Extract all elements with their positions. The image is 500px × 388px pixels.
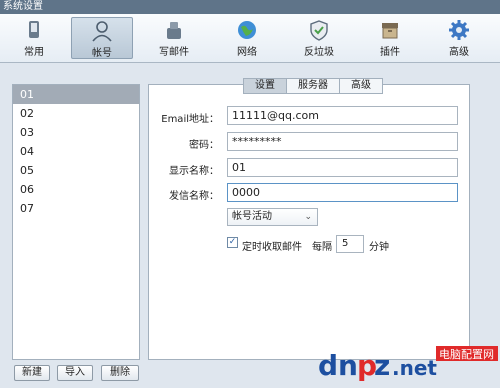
- account-list: 01 02 03 04 05 06 07: [12, 84, 140, 360]
- settings-tabs: 设置 服务器 高级: [243, 78, 383, 94]
- email-label: Email地址：: [161, 114, 219, 125]
- svg-text:电脑配置网: 电脑配置网: [439, 348, 494, 361]
- tab-settings[interactable]: 设置: [243, 78, 287, 94]
- toolbar-label: 网络: [237, 47, 257, 58]
- display-name-field[interactable]: 01: [227, 158, 458, 177]
- toolbar-label: 高级: [449, 47, 469, 58]
- compose-icon: [167, 22, 181, 39]
- globe-icon: [238, 21, 256, 39]
- settings-toolbar: 常用 帐号 写邮件 网络 反垃圾 插件 高级: [0, 14, 500, 63]
- new-account-button[interactable]: 新建: [14, 365, 50, 381]
- svg-text:z: z: [374, 349, 390, 382]
- toolbar-label: 写邮件: [159, 47, 189, 58]
- tab-server[interactable]: 服务器: [286, 78, 340, 94]
- chevron-down-icon: ⌄: [304, 212, 312, 222]
- toolbar-item-network[interactable]: 网络: [216, 17, 278, 59]
- toolbar-label: 反垃圾: [304, 47, 334, 58]
- toolbar-item-antispam[interactable]: 反垃圾: [288, 17, 350, 59]
- password-label: 密码：: [189, 140, 219, 151]
- sender-name-label: 发信名称：: [169, 191, 219, 202]
- auto-receive-checkbox[interactable]: ✓: [227, 237, 238, 248]
- svg-text:.net: .net: [392, 356, 437, 380]
- import-button[interactable]: 导入: [57, 365, 93, 381]
- toolbar-item-compose[interactable]: 写邮件: [143, 17, 205, 59]
- auto-receive-label: 定时收取邮件: [242, 242, 302, 253]
- account-status-value: 帐号活动: [232, 211, 272, 222]
- interval-input[interactable]: 5: [336, 235, 364, 253]
- phone-icon: [29, 21, 39, 38]
- interval-prefix: 每隔: [312, 242, 332, 253]
- list-item[interactable]: 06: [13, 180, 139, 199]
- account-status-select[interactable]: 帐号活动 ⌄: [227, 208, 318, 226]
- password-field[interactable]: *********: [227, 132, 458, 151]
- toolbar-label: 帐号: [92, 48, 112, 59]
- list-item[interactable]: 01: [13, 85, 139, 104]
- gear-icon: [449, 20, 469, 40]
- toolbar-item-advanced[interactable]: 高级: [428, 17, 490, 59]
- shield-icon: [310, 20, 328, 41]
- watermark-logo: dn p z .net 电脑配置网: [318, 346, 498, 382]
- toolbar-item-general[interactable]: 常用: [3, 17, 65, 59]
- sender-name-field[interactable]: 0000: [227, 183, 458, 202]
- svg-text:dn: dn: [318, 349, 358, 382]
- toolbar-label: 常用: [24, 47, 44, 58]
- toolbar-item-plugins[interactable]: 插件: [359, 17, 421, 59]
- list-item[interactable]: 07: [13, 199, 139, 218]
- toolbar-item-account[interactable]: 帐号: [71, 17, 133, 59]
- delete-account-button[interactable]: 删除: [101, 365, 139, 381]
- display-name-label: 显示名称：: [169, 166, 219, 177]
- list-item[interactable]: 04: [13, 142, 139, 161]
- email-field[interactable]: 11111@qq.com: [227, 106, 458, 125]
- list-item[interactable]: 05: [13, 161, 139, 180]
- site-watermark: dn p z .net 电脑配置网: [318, 342, 500, 385]
- box-icon: [382, 23, 398, 39]
- interval-unit: 分钟: [369, 242, 389, 253]
- toolbar-label: 插件: [380, 47, 400, 58]
- user-icon: [92, 21, 112, 42]
- tab-advanced[interactable]: 高级: [339, 78, 383, 94]
- window-title: 系统设置: [0, 0, 500, 14]
- list-item[interactable]: 03: [13, 123, 139, 142]
- list-item[interactable]: 02: [13, 104, 139, 123]
